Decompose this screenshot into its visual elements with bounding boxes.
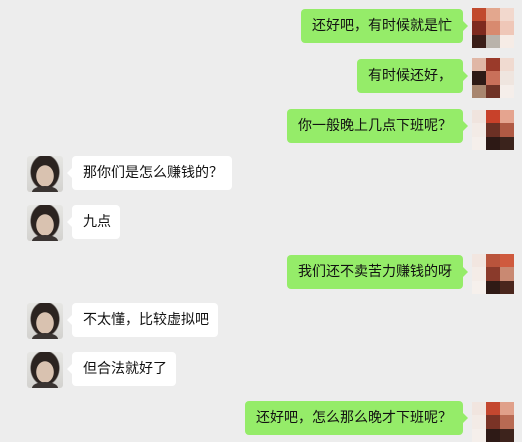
own-avatar-pixelated[interactable] — [472, 58, 514, 98]
sent-message[interactable]: 你一般晚上几点下班呢？ — [287, 109, 468, 143]
contact-avatar[interactable] — [27, 156, 63, 192]
received-message[interactable]: 但合法就好了 — [67, 352, 176, 386]
sent-message[interactable]: 有时候还好， — [357, 59, 468, 93]
received-message[interactable]: 不太懂，比较虚拟吧 — [67, 303, 218, 337]
sent-message[interactable]: 我们还不卖苦力赚钱的呀 — [287, 255, 468, 289]
received-message[interactable]: 九点 — [67, 205, 120, 239]
received-message[interactable]: 那你们是怎么赚钱的？ — [67, 156, 232, 190]
contact-avatar[interactable] — [27, 352, 63, 388]
sent-message[interactable]: 还好吧，怎么那么晚才下班呢？ — [245, 401, 468, 435]
own-avatar-pixelated[interactable] — [472, 402, 514, 442]
sent-message[interactable]: 还好吧，有时候就是忙 — [301, 9, 468, 43]
own-avatar-pixelated[interactable] — [472, 110, 514, 150]
contact-avatar[interactable] — [27, 205, 63, 241]
own-avatar-pixelated[interactable] — [472, 254, 514, 294]
own-avatar-pixelated[interactable] — [472, 8, 514, 48]
contact-avatar[interactable] — [27, 303, 63, 339]
